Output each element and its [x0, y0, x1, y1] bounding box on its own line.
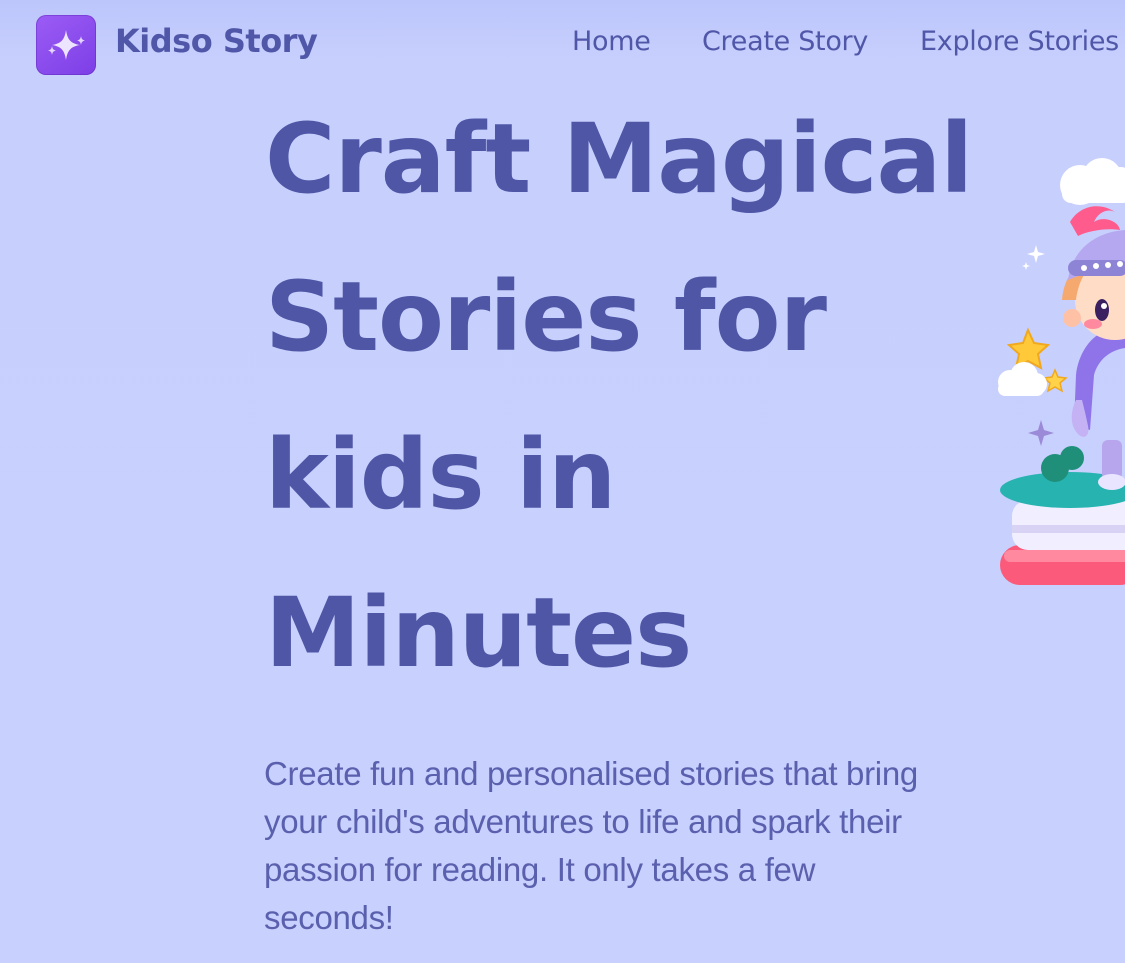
sparkle-icon — [48, 30, 85, 60]
knight-on-book-illustration — [990, 150, 1125, 590]
nav-explore-stories-link[interactable]: Explore Stories — [920, 26, 1119, 57]
hero-title-line: kids in — [265, 419, 616, 531]
hero-description: Create fun and personalised stories that… — [264, 755, 918, 936]
hero-title-line: Stories for — [265, 261, 827, 373]
brand-name[interactable]: Kidso Story — [115, 22, 318, 60]
hero-title-line: Minutes — [265, 577, 692, 689]
nav-home-link[interactable]: Home — [572, 26, 651, 57]
logo[interactable] — [36, 15, 96, 75]
page: Kidso Story Home Create Story Explore St… — [0, 0, 1125, 963]
hero-title-line: Craft Magical — [265, 103, 973, 215]
hero-title: Craft Magical Stories for kids in Minute… — [265, 80, 973, 712]
nav-create-story-link[interactable]: Create Story — [702, 26, 868, 57]
top-navigation: Kidso Story Home Create Story Explore St… — [0, 0, 1125, 90]
